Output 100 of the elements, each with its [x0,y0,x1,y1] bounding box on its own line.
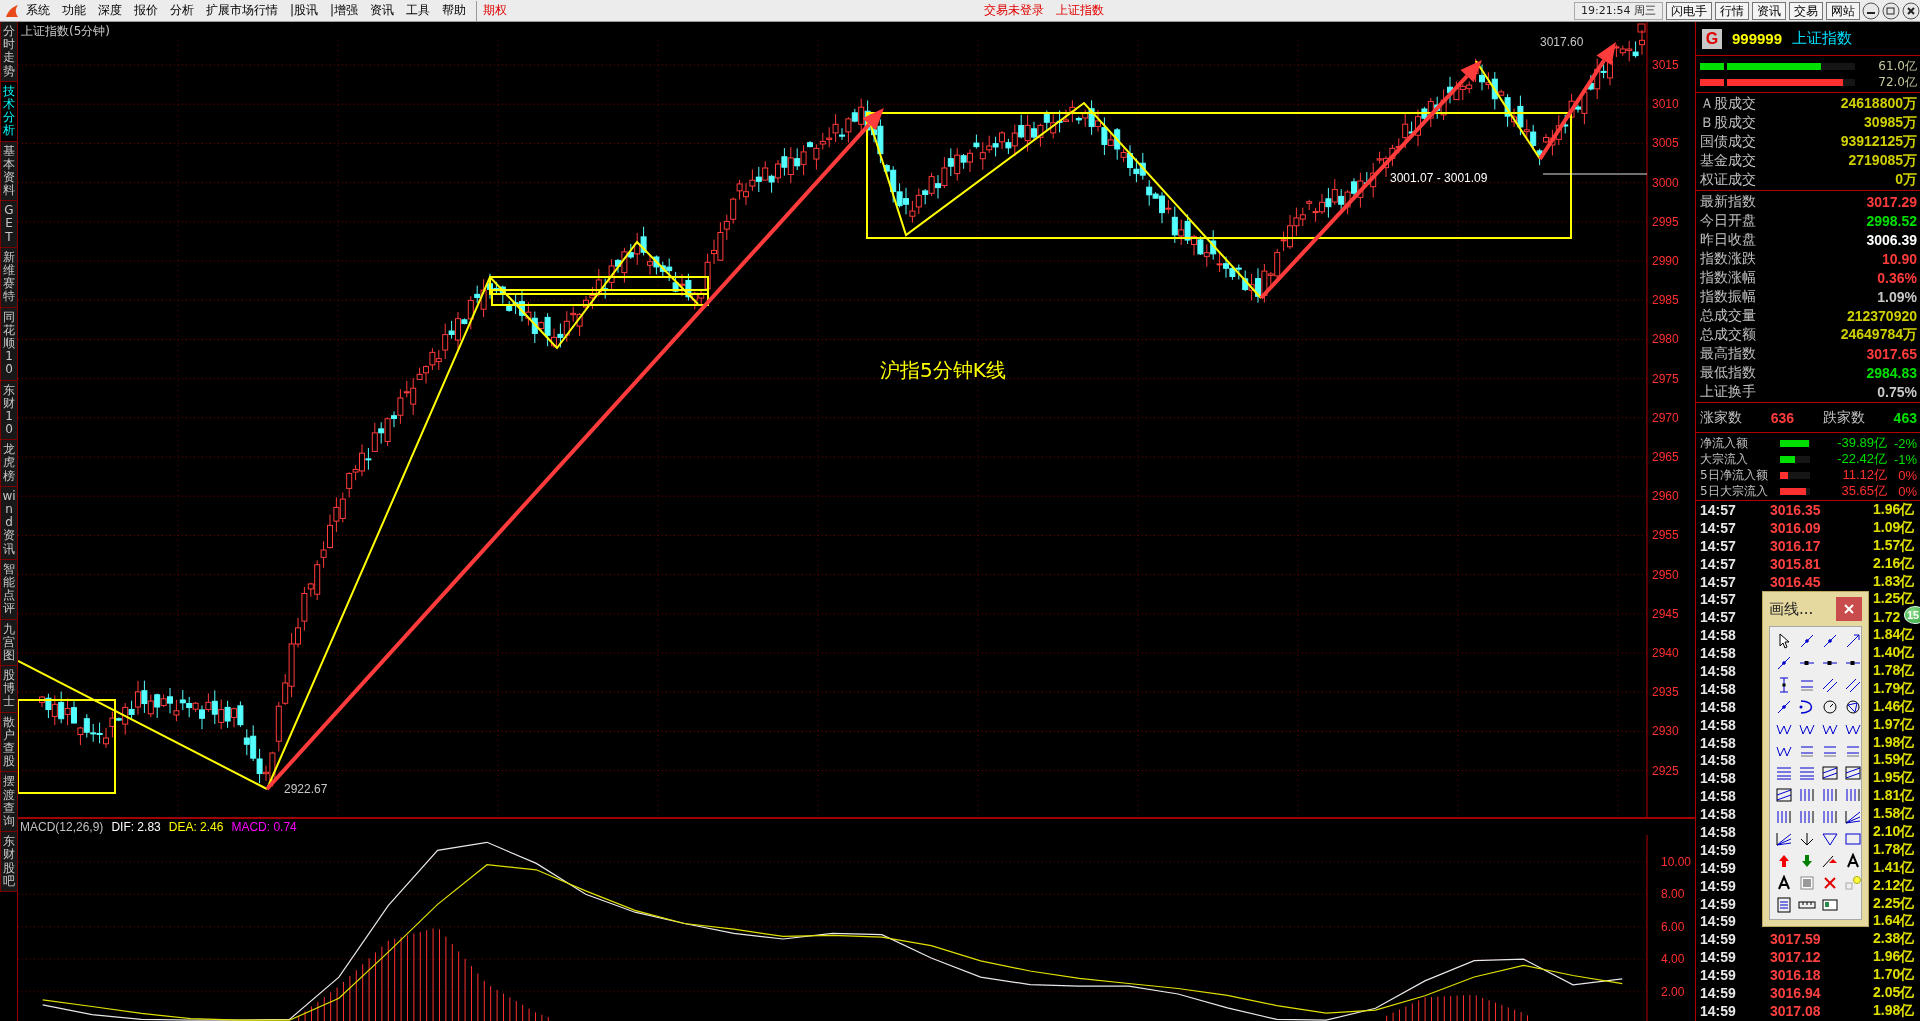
horizontal-lines-icon [1774,765,1793,781]
axis-label: 4.00 [1661,952,1685,967]
tick-price: 3016.17 [1770,537,1821,554]
menu-item[interactable]: 资讯 [364,0,401,21]
close-button[interactable] [1902,1,1920,20]
fan-lines-icon [1774,831,1793,847]
tick-amount: 2.10亿 [1873,823,1915,842]
tick-time: 14:57 [1700,609,1736,626]
tick-price: 3017.59 [1770,931,1821,948]
side-tab[interactable]: 龙虎榜 [0,440,18,487]
menu-item[interactable]: 功能 [56,0,92,21]
stat-label: Ｂ股成交 [1700,113,1756,132]
tool-button[interactable] [1819,830,1840,848]
axis-label: 2940 [1652,646,1679,660]
stat-value: 24618800万 [1840,94,1917,113]
tick-amount: 1.98亿 [1873,1001,1915,1020]
clock: 19:21:54 周三 [1574,1,1663,20]
stat-label: 昨日收盘 [1700,230,1756,249]
tick-time: 14:58 [1700,770,1736,787]
tick-time: 14:57 [1700,573,1736,590]
tick-time: 14:58 [1700,824,1736,841]
tick-amount: 2.05亿 [1873,984,1915,1003]
menu-item[interactable]: 报价 [128,0,164,21]
tick-amount: 1.96亿 [1873,948,1915,967]
stat-label: 总成交量 [1700,306,1756,325]
menu-item[interactable]: 深度 [92,0,128,21]
side-tab[interactable]: 九宫图 [0,619,18,667]
tick-time: 14:58 [1700,680,1736,697]
stat-label: 指数振幅 [1700,287,1756,306]
stat-value: 0.36% [1877,269,1917,286]
axis-label: 2.00 [1661,984,1685,999]
menu-item[interactable]: |增强 [324,0,365,21]
menu-item[interactable]: 扩展市场行情 [200,0,284,21]
price-label: 2922.67 [284,782,328,796]
tick-time: 14:58 [1700,645,1736,662]
stat-value: 463 [1893,409,1917,426]
side-tab[interactable]: 智能点评 [0,559,18,620]
side-tab[interactable]: 分时走势 [0,22,18,82]
side-tab[interactable]: 散户查股 [0,712,18,773]
close-icon [1844,604,1854,614]
tick-amount: 2.16亿 [1873,554,1915,573]
stat-value: 3017.65 [1866,345,1917,362]
tool-button[interactable] [1773,786,1794,804]
side-tab[interactable]: 同花顺10 [0,307,18,381]
stat-label: 指数涨幅 [1700,268,1756,287]
tick-time: 14:58 [1700,788,1736,805]
square-icon [1797,875,1816,891]
side-tab[interactable]: 摆渡查询 [0,772,18,833]
stock-name: 上证指数 [1792,29,1853,48]
price-label: 3001.07 - 3001.09 [1390,171,1488,185]
tick-amount: 1.70亿 [1873,966,1915,985]
menu-item[interactable]: |股讯 [284,0,325,21]
vertical-lines-icon [1797,809,1816,825]
tick-time: 14:57 [1700,591,1736,608]
tool-button[interactable] [1819,764,1840,782]
toolbar-button[interactable]: 闪电手 [1666,1,1712,20]
side-tab[interactable]: 东财股吧 [0,832,18,892]
tick-amount: 2.38亿 [1873,930,1915,949]
stat-value: 24649784万 [1840,325,1917,344]
toolbar-button[interactable]: 交易 [1789,1,1823,20]
side-tab[interactable]: 东财10 [0,380,18,441]
side-tab[interactable]: 新维赛特 [0,247,18,308]
flow-label: 5日净流入额 [1700,466,1769,484]
tick-time: 14:59 [1700,913,1736,930]
menu-item[interactable]: 分析 [164,0,200,21]
stat-label: 跌家数 [1822,408,1865,427]
tick-time: 14:57 [1700,502,1736,518]
axis-label: 10.00 [1661,854,1692,869]
tool-button[interactable] [1773,830,1794,848]
axis-label: 2995 [1652,214,1679,229]
tick-time: 14:58 [1700,716,1736,733]
toolbar-button[interactable]: 行情 [1715,1,1749,20]
axis-label: 2955 [1652,528,1679,543]
tick-amount: 1.83亿 [1873,572,1915,591]
minimize-button[interactable] [1862,1,1880,20]
side-tab[interactable]: 股博士 [0,666,18,713]
tick-amount: 1.40亿 [1873,644,1915,663]
chart-caption: 沪指5分钟K线 [880,358,1006,382]
menu-item[interactable]: 帮助 [436,0,473,21]
status-text: 交易未登录 [983,2,1044,19]
menu-item[interactable]: 工具 [400,0,437,21]
tool-button[interactable] [1842,808,1863,826]
stat-value: 0万 [1895,170,1917,189]
toolbar-button[interactable]: 网站 [1826,1,1860,20]
tick-time: 14:58 [1700,698,1736,715]
stat-value: 0.75% [1877,383,1917,400]
circle-icon [1820,699,1839,715]
side-tab[interactable]: wind资讯 [0,486,18,560]
restore-button[interactable] [1882,1,1900,20]
toolbar-button[interactable]: 资讯 [1752,1,1786,20]
tick-time: 14:57 [1700,555,1736,572]
axis-label: 6.00 [1661,919,1685,934]
stat-value: 2719085万 [1848,151,1917,170]
tool-button[interactable] [1842,764,1863,782]
tick-time: 14:57 [1700,519,1736,536]
side-tab[interactable]: 基本资料 [0,141,18,202]
tick-time: 14:59 [1700,1002,1736,1019]
side-tab[interactable]: GET [0,201,18,248]
menu-item[interactable]: 系统 [20,0,56,21]
side-tab[interactable]: 技术分析 [0,81,18,142]
